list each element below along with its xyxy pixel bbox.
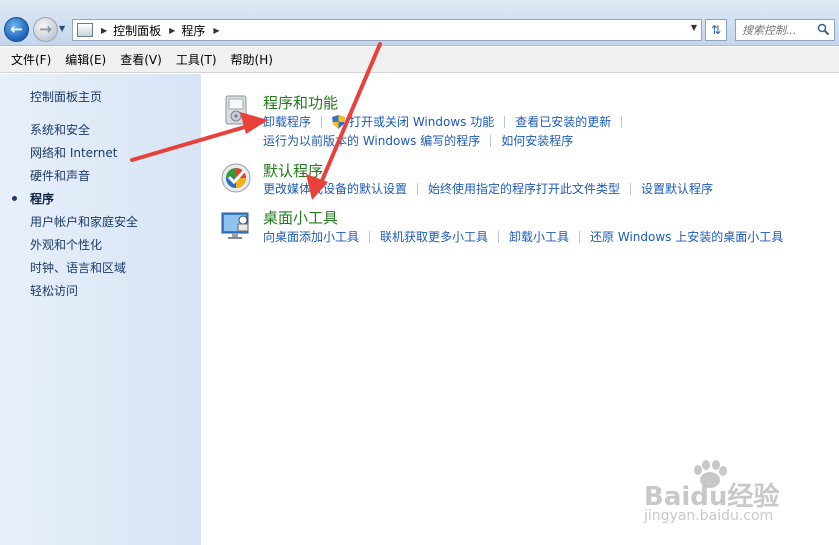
back-button[interactable]: ←	[4, 17, 29, 42]
task-windows-features[interactable]: 打开或关闭 Windows 功能	[349, 113, 494, 130]
baidu-watermark: Baidu经验 jingyan.baidu.com	[640, 460, 830, 530]
sidebar-item-hardware-sound[interactable]: 硬件和声音	[30, 167, 90, 184]
task-divider	[621, 115, 623, 128]
menu-tools[interactable]: 工具(T)	[169, 51, 224, 68]
breadcrumb-chevron-icon[interactable]: ▶	[213, 26, 219, 35]
search-box[interactable]	[735, 19, 835, 41]
task-how-to-install[interactable]: 如何安装程序	[501, 132, 573, 149]
active-bullet-icon	[12, 196, 17, 201]
desktop-gadgets-icon[interactable]	[220, 209, 252, 241]
task-uninstall-program[interactable]: 卸载程序	[263, 113, 311, 130]
programs-features-icon[interactable]	[220, 94, 252, 126]
task-row-desktop-gadgets: 向桌面添加小工具 联机获取更多小工具 卸载小工具 还原 Windows 上安装的…	[263, 228, 783, 245]
task-uninstall-gadget[interactable]: 卸载小工具	[509, 228, 569, 245]
task-divider	[321, 115, 323, 128]
sidebar-item-system-security[interactable]: 系统和安全	[30, 121, 90, 138]
refresh-icon: ⇅	[710, 23, 722, 37]
task-view-installed-updates[interactable]: 查看已安装的更新	[515, 113, 611, 130]
breadcrumb-chevron-icon[interactable]: ▶	[169, 26, 175, 35]
sidebar-item-appearance[interactable]: 外观和个性化	[30, 236, 102, 253]
sidebar: 控制面板主页 系统和安全 网络和 Internet 硬件和声音 程序 用户帐户和…	[0, 74, 201, 545]
breadcrumb-control-panel[interactable]: 控制面板	[113, 22, 161, 39]
task-row-default-programs: 更改媒体或设备的默认设置 始终使用指定的程序打开此文件类型 设置默认程序	[263, 180, 713, 197]
recent-pages-dropdown[interactable]: ▼	[59, 23, 69, 35]
sidebar-item-network-internet[interactable]: 网络和 Internet	[30, 144, 117, 161]
menu-help[interactable]: 帮助(H)	[224, 51, 280, 68]
breadcrumb-programs[interactable]: 程序	[181, 22, 205, 39]
sidebar-item-user-accounts[interactable]: 用户帐户和家庭安全	[30, 213, 138, 230]
search-input[interactable]	[742, 23, 814, 37]
category-title-default-programs[interactable]: 默认程序	[263, 160, 323, 181]
uac-shield-icon	[332, 114, 346, 129]
sidebar-item-ease-of-access[interactable]: 轻松访问	[30, 282, 78, 299]
arrow-right-icon: →	[39, 20, 52, 38]
task-file-type-association[interactable]: 始终使用指定的程序打开此文件类型	[428, 180, 620, 197]
category-title-desktop-gadgets[interactable]: 桌面小工具	[263, 207, 338, 228]
task-restore-gadgets[interactable]: 还原 Windows 上安装的桌面小工具	[590, 228, 783, 245]
category-title-programs-features[interactable]: 程序和功能	[263, 92, 338, 113]
task-divider	[369, 230, 371, 243]
watermark-url: jingyan.baidu.com	[644, 508, 774, 524]
address-bar[interactable]: ▶ 控制面板 ▶ 程序 ▶ ▼	[72, 19, 702, 41]
forward-button[interactable]: →	[33, 17, 58, 42]
refresh-button[interactable]: ⇅	[705, 19, 727, 41]
task-divider	[498, 230, 500, 243]
task-divider	[504, 115, 506, 128]
sidebar-item-programs[interactable]: 程序	[30, 190, 54, 207]
sidebar-item-clock-language-region[interactable]: 时钟、语言和区域	[30, 259, 126, 276]
task-divider	[630, 182, 632, 195]
task-change-media-defaults[interactable]: 更改媒体或设备的默认设置	[263, 180, 407, 197]
breadcrumb-chevron-icon[interactable]: ▶	[101, 26, 107, 35]
arrow-left-icon: ←	[10, 20, 23, 38]
menu-file[interactable]: 文件(F)	[4, 51, 58, 68]
task-run-older-programs[interactable]: 运行为以前版本的 Windows 编写的程序	[263, 132, 480, 149]
default-programs-icon[interactable]	[220, 162, 252, 194]
task-add-gadgets[interactable]: 向桌面添加小工具	[263, 228, 359, 245]
sidebar-home-link[interactable]: 控制面板主页	[30, 88, 102, 105]
address-dropdown-icon[interactable]: ▼	[691, 23, 697, 32]
task-set-default-programs[interactable]: 设置默认程序	[641, 180, 713, 197]
task-divider	[417, 182, 419, 195]
control-panel-icon	[77, 23, 93, 37]
task-get-more-gadgets[interactable]: 联机获取更多小工具	[380, 228, 488, 245]
navigation-bar: ← → ▼ ▶ 控制面板 ▶ 程序 ▶ ▼ ⇅	[0, 0, 839, 46]
task-row-programs-features: 卸载程序 打开或关闭 Windows 功能 查看已安装的更新	[263, 113, 632, 130]
task-row-programs-features-2: 运行为以前版本的 Windows 编写的程序 如何安装程序	[263, 132, 573, 149]
task-divider	[490, 134, 492, 147]
search-icon[interactable]	[817, 23, 830, 36]
menu-view[interactable]: 查看(V)	[113, 51, 169, 68]
menu-edit[interactable]: 编辑(E)	[58, 51, 113, 68]
task-divider	[579, 230, 581, 243]
menu-bar: 文件(F) 编辑(E) 查看(V) 工具(T) 帮助(H)	[0, 47, 839, 73]
